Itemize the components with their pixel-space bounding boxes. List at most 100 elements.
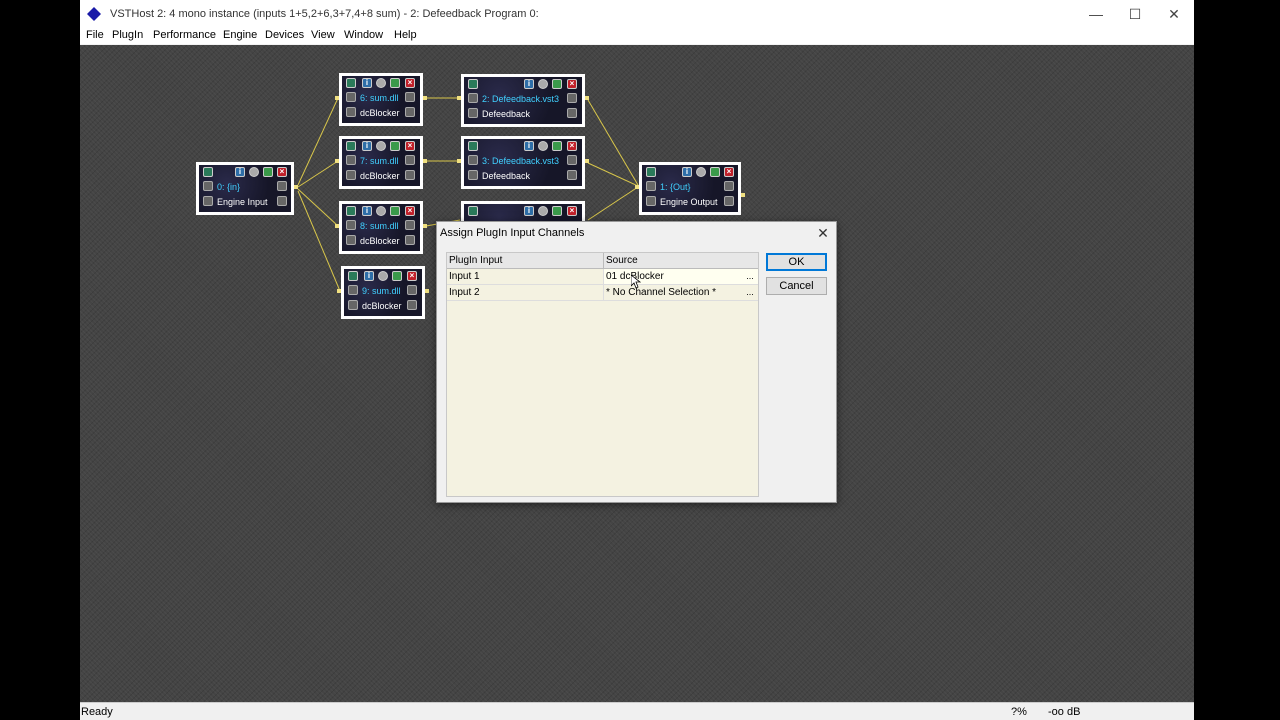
defeedback2-node[interactable]: i × 2: Defeedback.vst3 Defeedback [461,74,585,127]
connection-pin[interactable] [457,96,461,100]
info-icon[interactable]: i [524,141,534,151]
defeedback3-node[interactable]: i × 3: Defeedback.vst3 Defeedback [461,136,585,189]
bypass-icon[interactable] [646,196,656,206]
settings-icon[interactable] [567,108,577,118]
close-node-icon[interactable]: × [277,167,287,177]
menu-engine[interactable]: Engine [223,29,257,41]
menu-plugin[interactable]: PlugIn [112,29,143,41]
edit-icon[interactable] [203,167,213,177]
sum7-node[interactable]: i × 7: sum.dll dcBlocker [339,136,423,189]
bypass-icon[interactable] [203,196,213,206]
connection-pin[interactable] [423,224,427,228]
gear-icon[interactable] [376,141,386,151]
connection-pin[interactable] [457,159,461,163]
edit-icon[interactable] [346,78,356,88]
edit-icon[interactable] [346,206,356,216]
close-node-icon[interactable]: × [567,141,577,151]
bypass-icon[interactable] [346,170,356,180]
sum9-node[interactable]: i × 9: sum.dll dcBlocker [341,266,425,319]
close-node-icon[interactable]: × [567,206,577,216]
menu-view[interactable]: View [311,29,335,41]
connection-pin[interactable] [423,159,427,163]
gear-icon[interactable] [538,141,548,151]
row2-source[interactable]: * No Channel Selection * ... [604,285,758,301]
info-icon[interactable]: i [524,206,534,216]
row1-source[interactable]: 01 dcBlocker ... [604,269,758,285]
menu-performance[interactable]: Performance [153,29,216,41]
gear-icon[interactable] [249,167,259,177]
close-node-icon[interactable]: × [567,79,577,89]
header-plugin-input[interactable]: PlugIn Input [447,253,604,269]
menu-help[interactable]: Help [394,29,417,41]
info-icon[interactable]: i [682,167,692,177]
connection-pin[interactable] [585,159,589,163]
close-node-icon[interactable]: × [405,141,415,151]
meter-icon[interactable] [552,141,562,151]
settings-icon[interactable] [277,196,287,206]
edit-icon[interactable] [468,141,478,151]
gear-icon[interactable] [376,78,386,88]
edit-icon[interactable] [468,206,478,216]
connection-pin[interactable] [635,185,639,189]
menu-window[interactable]: Window [344,29,383,41]
connection-pin[interactable] [294,185,298,189]
meter-icon[interactable] [390,141,400,151]
dialog-close-button[interactable]: ✕ [814,224,832,242]
meter-icon[interactable] [390,206,400,216]
cancel-button[interactable]: Cancel [766,277,827,295]
row1-browse-button[interactable]: ... [744,269,756,283]
edit-icon[interactable] [348,271,358,281]
info-icon[interactable]: i [362,206,372,216]
settings-icon[interactable] [405,235,415,245]
meter-icon[interactable] [710,167,720,177]
close-node-icon[interactable]: × [405,78,415,88]
meter-icon[interactable] [552,79,562,89]
bypass-icon[interactable] [468,170,478,180]
header-source[interactable]: Source [604,253,758,269]
connection-pin[interactable] [335,224,339,228]
engine-input-node[interactable]: i × 0: {in} Engine Input [196,162,294,215]
meter-icon[interactable] [263,167,273,177]
gear-icon[interactable] [538,79,548,89]
connection-pin[interactable] [425,289,429,293]
minimize-button[interactable]: — [1076,4,1116,24]
menu-file[interactable]: File [86,29,104,41]
settings-icon[interactable] [567,170,577,180]
menu-devices[interactable]: Devices [265,29,304,41]
settings-icon[interactable] [405,170,415,180]
close-node-icon[interactable]: × [724,167,734,177]
edit-icon[interactable] [646,167,656,177]
gear-icon[interactable] [376,206,386,216]
gear-icon[interactable] [696,167,706,177]
info-icon[interactable]: i [524,79,534,89]
connection-pin[interactable] [337,289,341,293]
settings-icon[interactable] [724,196,734,206]
close-node-icon[interactable]: × [405,206,415,216]
edit-icon[interactable] [468,79,478,89]
sum8-node[interactable]: i × 8: sum.dll dcBlocker [339,201,423,254]
ok-button[interactable]: OK [766,253,827,271]
sum6-node[interactable]: i × 6: sum.dll dcBlocker [339,73,423,126]
engine-canvas[interactable]: i × 0: {in} Engine Input i × 6: sum.dll … [80,45,1194,702]
meter-icon[interactable] [392,271,402,281]
engine-output-node[interactable]: i × 1: {Out} Engine Output [639,162,741,215]
connection-pin[interactable] [741,193,745,197]
close-node-icon[interactable]: × [407,271,417,281]
info-icon[interactable]: i [362,141,372,151]
bypass-icon[interactable] [346,235,356,245]
settings-icon[interactable] [405,107,415,117]
maximize-button[interactable]: ☐ [1115,4,1155,24]
bypass-icon[interactable] [348,300,358,310]
connection-pin[interactable] [585,96,589,100]
meter-icon[interactable] [552,206,562,216]
bypass-icon[interactable] [346,107,356,117]
edit-icon[interactable] [346,141,356,151]
connection-pin[interactable] [335,159,339,163]
connection-pin[interactable] [335,96,339,100]
settings-icon[interactable] [407,300,417,310]
meter-icon[interactable] [390,78,400,88]
gear-icon[interactable] [378,271,388,281]
info-icon[interactable]: i [235,167,245,177]
row2-browse-button[interactable]: ... [744,285,756,299]
title-bar[interactable]: VSTHost 2: 4 mono instance (inputs 1+5,2… [80,0,1194,28]
